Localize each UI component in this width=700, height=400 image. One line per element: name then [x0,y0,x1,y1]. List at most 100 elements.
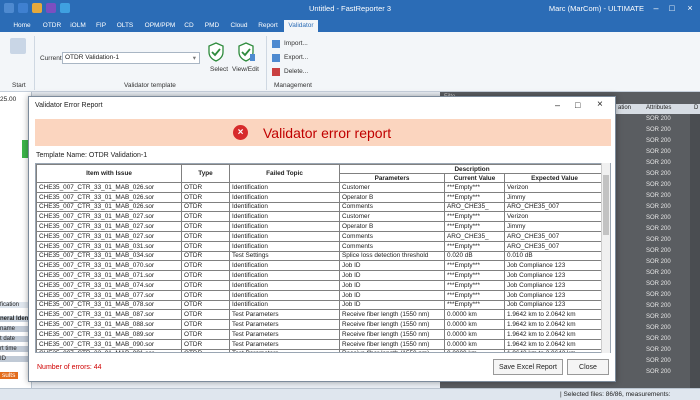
delete-button[interactable]: Delete... [284,68,308,75]
file-row-attribute[interactable]: SOR 200 [646,259,671,265]
export-button[interactable]: Export... [284,54,308,61]
row-expected-value: Job Compliance 123 [503,279,606,291]
file-row-attribute[interactable]: SOR 200 [646,347,671,353]
divider [34,36,35,90]
tab-home[interactable]: Home [10,20,34,32]
dialog-title: Validator Error Report [35,102,103,109]
view-edit-label[interactable]: View/Edit [232,66,259,73]
header-parameters[interactable]: Parameters [339,173,445,183]
file-row-attribute[interactable]: SOR 200 [646,325,671,331]
header-expected-value[interactable]: Expected Value [503,173,606,183]
tab-fip[interactable]: FIP [92,20,110,32]
results-tab[interactable]: sults [0,372,18,379]
file-row-attribute[interactable]: SOR 200 [646,281,671,287]
header-item[interactable]: Item with Issue [36,164,182,183]
close-icon[interactable]: × [684,3,696,13]
maximize-icon[interactable]: □ [575,100,580,110]
table-row[interactable]: CHE35_007_CTR_33_01_MAB_078.sor OTDR Ident… [36,299,606,311]
tab-olts[interactable]: OLTS [114,20,136,32]
table-row[interactable]: CHE35_007_CTR_33_01_MAB_027.sor OTDR Ident… [36,221,606,232]
file-row-attribute[interactable]: SOR 200 [646,303,671,309]
file-row-attribute[interactable]: SOR 200 [646,160,671,166]
header-type[interactable]: Type [181,164,230,183]
close-icon[interactable]: × [597,99,603,110]
table-row[interactable]: CHE35_007_CTR_33_01_MAB_091.sorOTDRTest … [36,348,606,352]
file-row-attribute[interactable]: SOR 200 [646,171,671,177]
table-row[interactable]: CHE35_007_CTR_33_01_MAB_074.sor OTDR Ident… [36,279,606,291]
view-edit-shield-icon[interactable] [238,42,256,62]
table-row[interactable]: CHE35_007_CTR_33_01_MAB_077.sor OTDR Ident… [36,289,606,301]
file-row-attribute[interactable]: SOR 200 [646,248,671,254]
file-row-attribute[interactable]: SOR 200 [646,336,671,342]
start-icon[interactable] [10,38,26,54]
table-row[interactable]: CHE35_007_CTR_33_01_MAB_090.sor OTDR Test … [36,338,606,350]
header-current-value[interactable]: Current Value [444,173,505,183]
file-row-attribute[interactable]: SOR 200 [646,204,671,210]
table-row[interactable]: CHE35_007_CTR_33_01_MAB_071.sor OTDR Ident… [36,270,606,281]
table-row[interactable]: CHE35_007_CTR_33_01_MAB_026.sor OTDR Ident… [36,191,606,203]
import-button[interactable]: Import... [284,40,308,47]
row-item: CHE35_007_CTR_33_01_MAB_087.sor [36,309,182,321]
file-row-attribute[interactable]: SOR 200 [646,270,671,276]
scroll-thumb[interactable] [603,175,609,235]
user-label[interactable]: Marc (MarCom) - ULTIMATE [549,4,644,13]
table-row[interactable]: CHE35_007_CTR_33_01_MAB_088.sor OTDR Test … [36,319,606,330]
right-scrollbar[interactable] [690,114,700,388]
table-row[interactable]: CHE35_007_CTR_33_01_MAB_026.sor OTDR Ident… [36,182,606,193]
table-row[interactable]: CHE35_007_CTR_33_01_MAB_089.sor OTDR Test … [36,328,606,340]
close-button[interactable]: Close [567,359,609,375]
row-item: CHE35_007_CTR_33_01_MAB_031.sor [36,240,182,252]
file-row-attribute[interactable]: SOR 200 [646,127,671,133]
row-type: OTDR [181,211,230,223]
save-excel-report-button[interactable]: Save Excel Report [493,359,563,375]
tab-iolm[interactable]: iOLM [68,20,88,32]
minimize-icon[interactable]: – [650,3,662,13]
file-row-attribute[interactable]: SOR 200 [646,149,671,155]
table-row[interactable]: CHE35_007_CTR_33_01_MAB_027.sor OTDR Ident… [36,230,606,242]
header-failed-topic[interactable]: Failed Topic [229,164,340,183]
row-expected-value: Verizon [503,182,606,193]
row-item: CHE35_007_CTR_33_01_MAB_026.sor [36,191,182,203]
file-row-attribute[interactable]: SOR 200 [646,138,671,144]
file-row-attribute[interactable]: SOR 200 [646,292,671,298]
tab-cd[interactable]: CD [182,20,196,32]
current-template-select[interactable]: OTDR Validation-1 ▾ [62,52,200,64]
chevron-down-icon: ▾ [192,55,196,62]
file-row-attribute[interactable]: SOR 200 [646,182,671,188]
row-expected-value: Jimmy [503,191,606,203]
file-row-attribute[interactable]: SOR 200 [646,358,671,364]
maximize-icon[interactable]: □ [666,3,678,13]
row-failed-topic: Test Parameters [229,338,340,350]
select-label[interactable]: Select [210,66,228,73]
row-failed-topic: Identification [229,270,340,281]
row-current-value: ***Empty*** [444,279,505,291]
tab-otdr[interactable]: OTDR [40,20,64,32]
file-row-attribute[interactable]: SOR 200 [646,215,671,221]
file-row-attribute[interactable]: SOR 200 [646,193,671,199]
tab-report[interactable]: Report [256,20,280,32]
table-row[interactable]: CHE35_007_CTR_33_01_MAB_026.sor OTDR Ident… [36,201,606,213]
tab-validator[interactable]: Validator [284,20,318,32]
file-row-attribute[interactable]: SOR 200 [646,237,671,243]
file-row-attribute[interactable]: SOR 200 [646,116,671,122]
select-shield-icon[interactable] [208,42,224,62]
table-row[interactable]: CHE35_007_CTR_33_01_MAB_087.sor OTDR Test … [36,309,606,321]
minimize-icon[interactable]: – [555,100,560,110]
col-attributes: Attributes [646,105,672,111]
table-row[interactable]: CHE35_007_CTR_33_01_MAB_034.sor OTDR Test … [36,250,606,262]
file-row-attribute[interactable]: SOR 200 [646,226,671,232]
error-table[interactable]: Item with Issue Type Failed Topic Descri… [35,163,611,353]
row-parameter: Receive fiber length (1550 nm) [339,348,445,352]
row-item: CHE35_007_CTR_33_01_MAB_034.sor [36,250,182,262]
table-row[interactable]: CHE35_007_CTR_33_01_MAB_031.sor OTDR Ident… [36,240,606,252]
tab-pmd[interactable]: PMD [202,20,222,32]
tab-cloud[interactable]: Cloud [228,20,250,32]
tab-opm-ppm[interactable]: OPM/PPM [142,20,178,32]
row-item: CHE35_007_CTR_33_01_MAB_074.sor [36,279,182,291]
file-row-attribute[interactable]: SOR 200 [646,314,671,320]
row-parameter: Operator B [339,221,445,232]
table-row[interactable]: CHE35_007_CTR_33_01_MAB_070.sor OTDR Ident… [36,260,606,272]
table-scrollbar[interactable] [601,163,610,353]
table-row[interactable]: CHE35_007_CTR_33_01_MAB_027.sor OTDR Ident… [36,211,606,223]
file-row-attribute[interactable]: SOR 200 [646,369,671,375]
